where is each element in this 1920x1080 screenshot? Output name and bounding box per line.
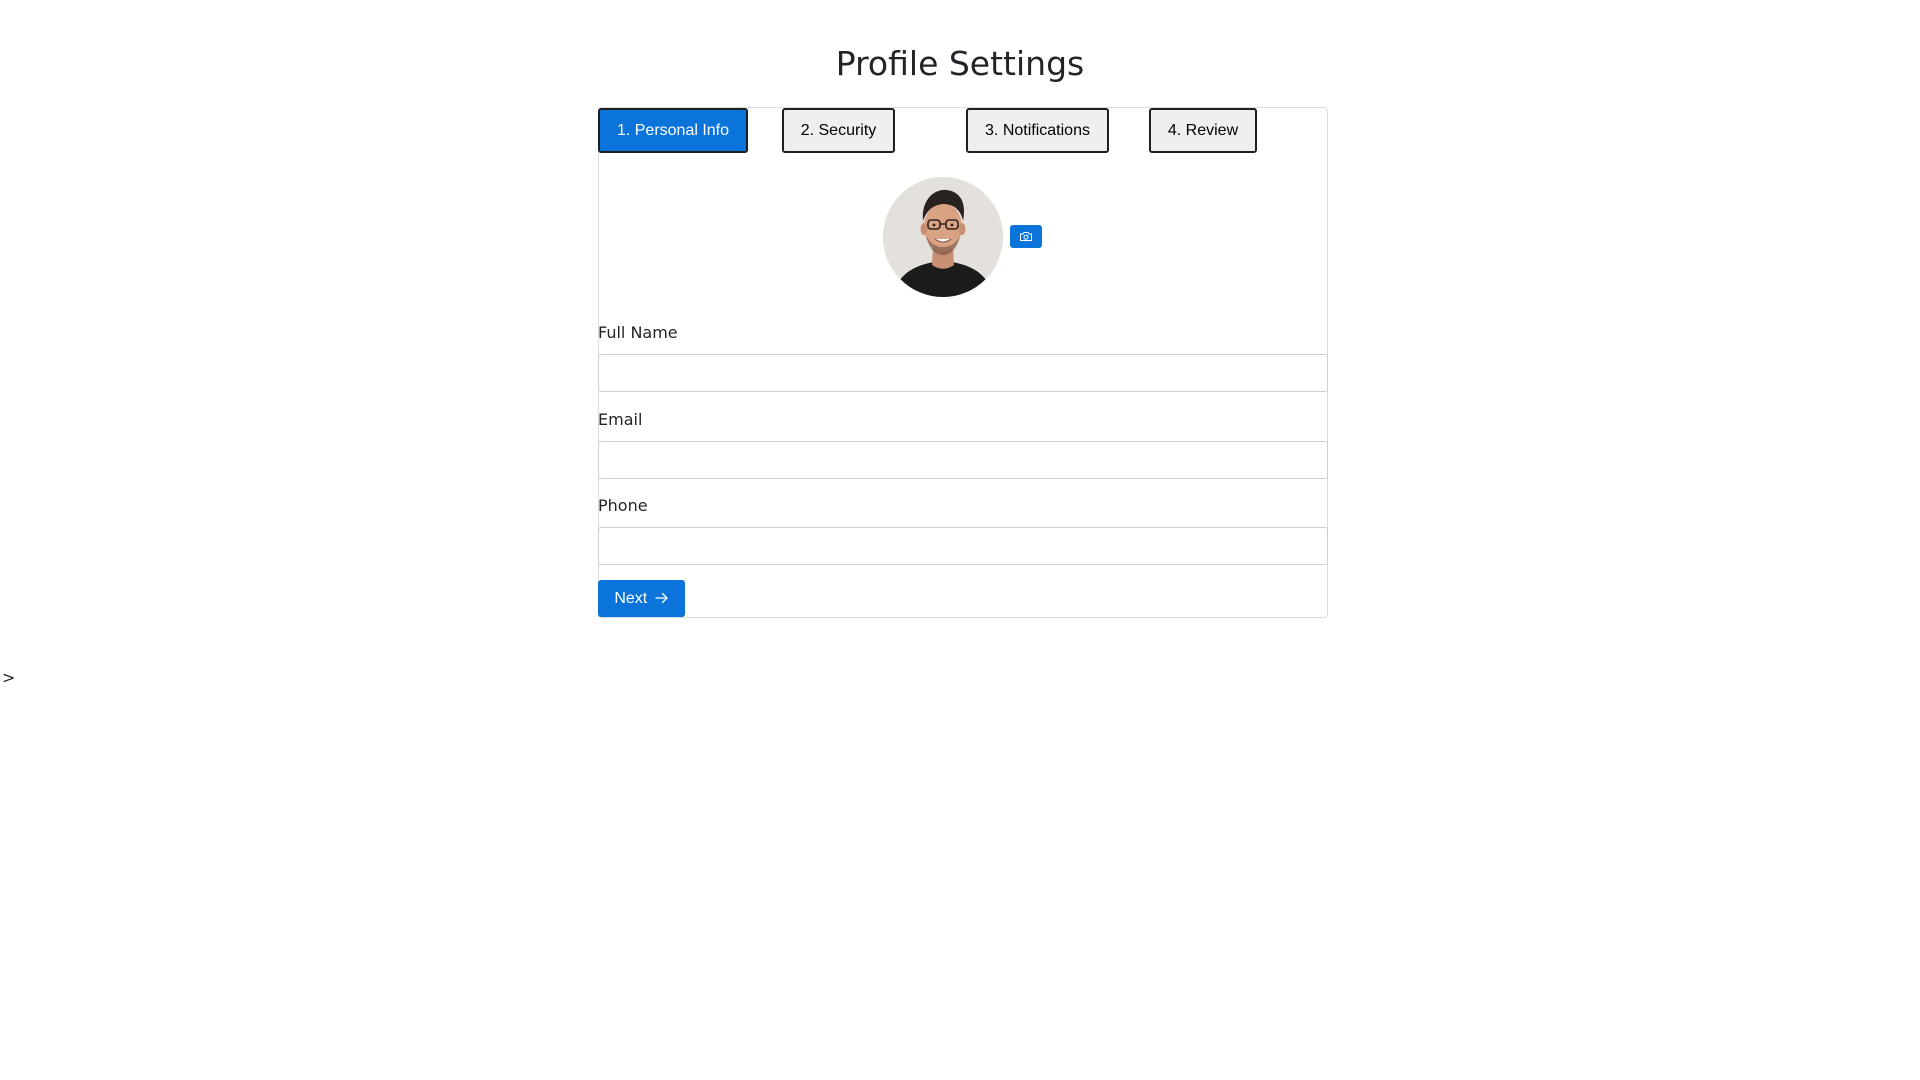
email-input[interactable] bbox=[598, 441, 1328, 479]
arrow-right-icon bbox=[655, 592, 668, 604]
tab-personal-info[interactable]: 1. Personal Info bbox=[598, 108, 748, 153]
full-name-input[interactable] bbox=[598, 354, 1328, 392]
page-title: Profile Settings bbox=[835, 44, 1085, 83]
tab-review[interactable]: 4. Review bbox=[1149, 108, 1257, 153]
next-button[interactable]: Next bbox=[598, 580, 685, 617]
next-button-label: Next bbox=[614, 590, 648, 607]
tab-security[interactable]: 2. Security bbox=[782, 108, 895, 153]
phone-label: Phone bbox=[598, 496, 648, 515]
email-label: Email bbox=[598, 410, 643, 429]
tab-notifications[interactable]: 3. Notifications bbox=[966, 108, 1109, 153]
profile-photo bbox=[883, 177, 1003, 297]
full-name-label: Full Name bbox=[598, 323, 678, 342]
avatar bbox=[883, 177, 1003, 297]
phone-input[interactable] bbox=[598, 527, 1328, 565]
camera-icon bbox=[1020, 232, 1032, 241]
stray-text: > bbox=[2, 668, 16, 687]
upload-photo-button[interactable] bbox=[1010, 225, 1042, 248]
